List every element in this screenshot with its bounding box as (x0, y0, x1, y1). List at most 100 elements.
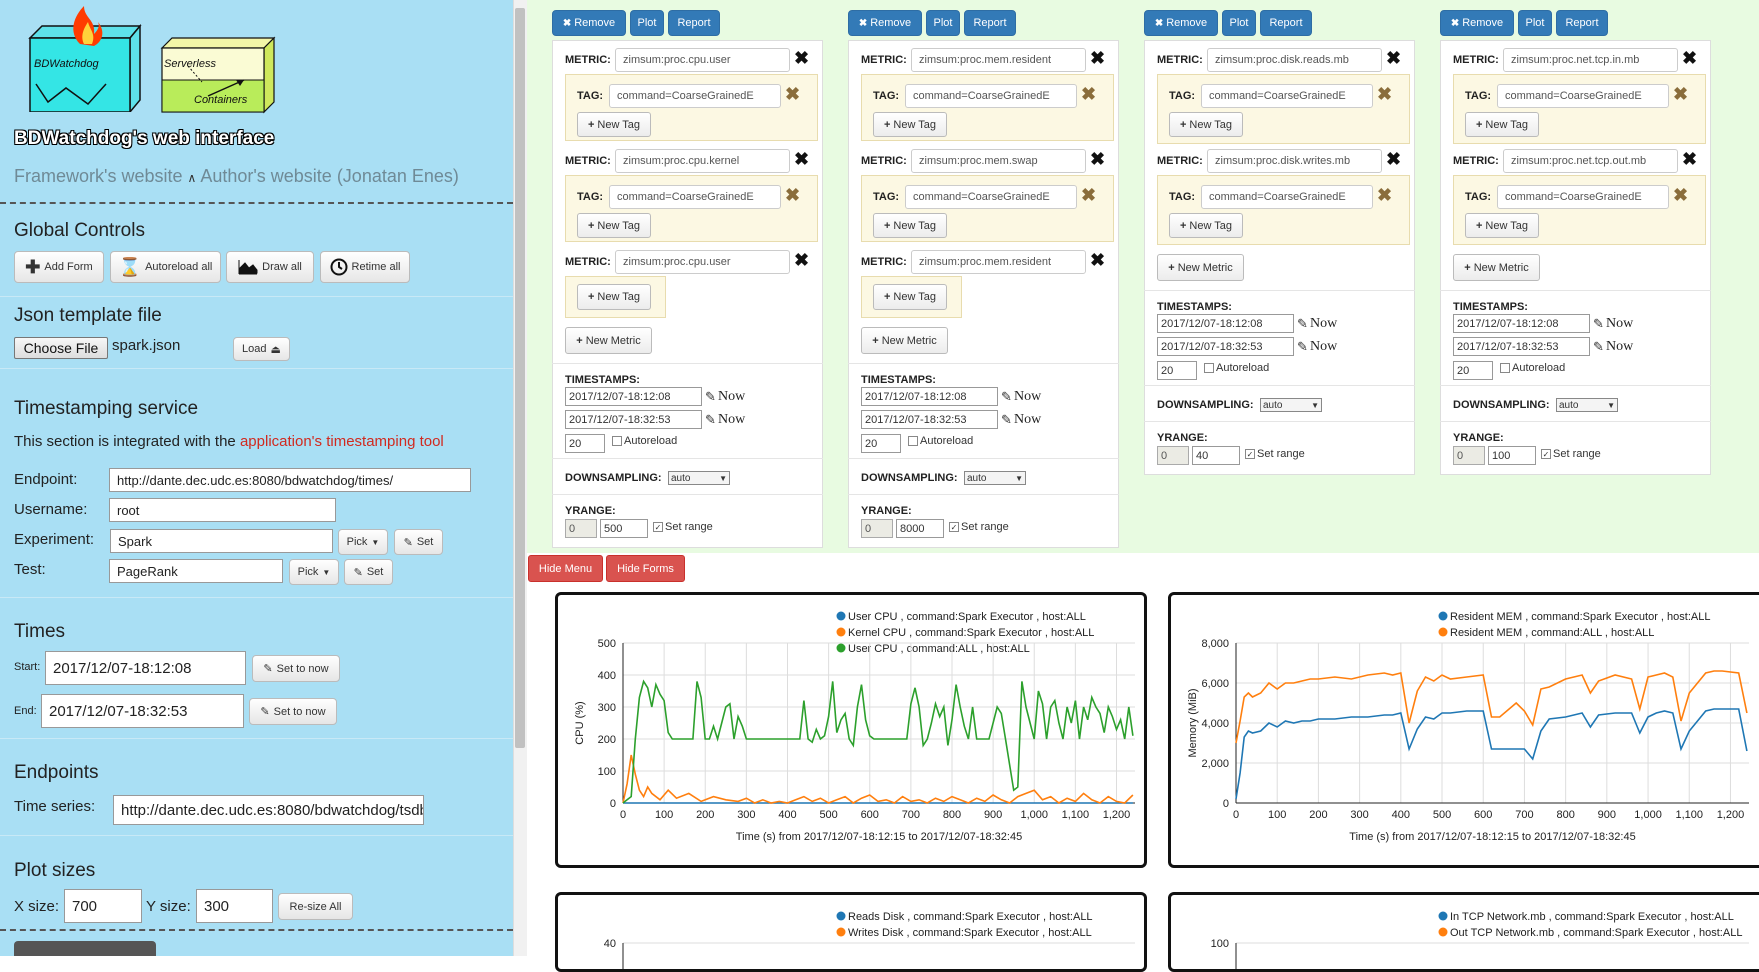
hide-menu-button[interactable]: Hide Menu (528, 555, 603, 582)
remove-button[interactable]: ✖ Remove (848, 10, 922, 36)
remove-button[interactable]: ✖ Remove (1440, 10, 1514, 36)
new-tag-button[interactable]: + New Tag (577, 112, 651, 137)
add-form-button[interactable]: ✚ Add Form (14, 251, 104, 283)
pencil-icon[interactable]: ✎ (1297, 316, 1308, 332)
x-size-input[interactable]: 700 (64, 889, 142, 923)
new-tag-button[interactable]: + New Tag (1465, 112, 1539, 137)
pencil-icon[interactable]: ✎ (1297, 339, 1308, 355)
start-time-input[interactable]: 2017/12/07-18:12:08 (45, 651, 246, 685)
new-tag-button[interactable]: + New Tag (1465, 213, 1539, 238)
experiment-pick-button[interactable]: Pick ▼ (338, 529, 388, 555)
autoreload-checkbox[interactable]: Autoreload (1500, 362, 1565, 374)
framework-website-link[interactable]: Framework's website (14, 166, 182, 186)
close-icon[interactable]: ✖ (794, 150, 809, 168)
pencil-icon[interactable]: ✎ (1001, 412, 1012, 428)
tag-input[interactable]: command=CoarseGrainedE (1201, 185, 1373, 209)
tag-input[interactable]: command=CoarseGrainedE (609, 185, 781, 209)
close-icon[interactable]: ✖ (1386, 150, 1401, 168)
now-link[interactable]: Now (1606, 316, 1633, 332)
remove-button[interactable]: ✖ Remove (1144, 10, 1218, 36)
timestamping-tool-link[interactable]: application's timestamping tool (240, 433, 444, 450)
ymin-input[interactable]: 0 (861, 519, 893, 538)
hide-forms-button[interactable]: Hide Forms (606, 555, 685, 582)
end-timestamp-input[interactable]: 2017/12/07-18:32:53 (1157, 337, 1294, 356)
close-icon[interactable]: ✖ (1682, 49, 1697, 67)
tag-input[interactable]: command=CoarseGrainedE (1201, 84, 1373, 108)
close-icon[interactable]: ✖ (794, 251, 809, 269)
ymin-input[interactable]: 0 (565, 519, 597, 538)
ymax-input[interactable]: 500 (600, 519, 648, 538)
metric-input[interactable]: zimsum:proc.mem.swap (911, 149, 1086, 173)
new-tag-button[interactable]: + New Tag (1169, 112, 1243, 137)
report-button[interactable]: Report (1556, 10, 1608, 36)
metric-input[interactable]: zimsum:proc.mem.resident (911, 250, 1086, 274)
new-metric-button[interactable]: + New Metric (1157, 254, 1244, 281)
report-button[interactable]: Report (964, 10, 1016, 36)
remove-tag-icon[interactable]: ✖ (1081, 186, 1096, 204)
report-button[interactable]: Report (1260, 10, 1312, 36)
metric-input[interactable]: zimsum:proc.cpu.kernel (615, 149, 790, 173)
pencil-icon[interactable]: ✎ (705, 389, 716, 405)
remove-tag-icon[interactable]: ✖ (1081, 85, 1096, 103)
remove-button[interactable]: ✖ Remove (552, 10, 626, 36)
choose-file-button[interactable]: Choose File (14, 337, 108, 359)
test-pick-button[interactable]: Pick ▼ (289, 559, 339, 585)
interval-input[interactable]: 20 (1157, 361, 1197, 380)
metric-input[interactable]: zimsum:proc.cpu.user (615, 250, 790, 274)
now-link[interactable]: Now (1606, 339, 1633, 355)
tag-input[interactable]: command=CoarseGrainedE (905, 84, 1077, 108)
collapsed-section-button[interactable] (14, 941, 156, 956)
autoreload-all-button[interactable]: ⌛ Autoreload all (110, 251, 221, 283)
plot-button[interactable]: Plot (630, 10, 664, 36)
experiment-set-button[interactable]: ✎ Set (394, 529, 443, 555)
start-set-to-now-button[interactable]: ✎ Set to now (252, 655, 340, 682)
now-link[interactable]: Now (1014, 389, 1041, 405)
tag-input[interactable]: command=CoarseGrainedE (1497, 185, 1669, 209)
time-series-input[interactable]: http://dante.dec.udc.es:8080/bdwatchdog/… (113, 795, 424, 825)
metric-input[interactable]: zimsum:proc.disk.reads.mb (1207, 48, 1382, 72)
metric-input[interactable]: zimsum:proc.cpu.user (615, 48, 790, 72)
set-range-checkbox[interactable]: ✓ Set range (1541, 448, 1601, 460)
ymax-input[interactable]: 40 (1192, 446, 1240, 465)
now-link[interactable]: Now (1014, 412, 1041, 428)
now-link[interactable]: Now (1310, 339, 1337, 355)
tag-input[interactable]: command=CoarseGrainedE (1497, 84, 1669, 108)
autoreload-checkbox[interactable]: Autoreload (908, 435, 973, 447)
end-timestamp-input[interactable]: 2017/12/07-18:32:53 (565, 410, 702, 429)
ymax-input[interactable]: 8000 (896, 519, 944, 538)
start-timestamp-input[interactable]: 2017/12/07-18:12:08 (1453, 314, 1590, 333)
metric-input[interactable]: zimsum:proc.disk.writes.mb (1207, 149, 1382, 173)
end-time-input[interactable]: 2017/12/07-18:32:53 (41, 694, 244, 728)
new-tag-button[interactable]: + New Tag (1169, 213, 1243, 238)
test-set-button[interactable]: ✎ Set (344, 559, 393, 585)
remove-tag-icon[interactable]: ✖ (1673, 85, 1688, 103)
author-website-link[interactable]: Author's website (Jonatan Enes) (200, 166, 459, 186)
new-tag-button[interactable]: + New Tag (577, 284, 651, 310)
tag-input[interactable]: command=CoarseGrainedE (609, 84, 781, 108)
downsampling-select[interactable]: auto ▼ (1556, 398, 1618, 412)
start-timestamp-input[interactable]: 2017/12/07-18:12:08 (861, 387, 998, 406)
ymin-input[interactable]: 0 (1157, 446, 1189, 465)
close-icon[interactable]: ✖ (1090, 251, 1105, 269)
ymax-input[interactable]: 100 (1488, 446, 1536, 465)
plot-button[interactable]: Plot (1518, 10, 1552, 36)
metric-input[interactable]: zimsum:proc.net.tcp.in.mb (1503, 48, 1678, 72)
endpoint-input[interactable]: http://dante.dec.udc.es:8080/bdwatchdog/… (109, 468, 471, 492)
remove-tag-icon[interactable]: ✖ (785, 85, 800, 103)
new-tag-button[interactable]: + New Tag (873, 112, 947, 137)
remove-tag-icon[interactable]: ✖ (1377, 85, 1392, 103)
set-range-checkbox[interactable]: ✓ Set range (949, 521, 1009, 533)
load-button[interactable]: Load ⏏ (233, 337, 290, 361)
test-input[interactable]: PageRank (109, 559, 283, 583)
y-size-input[interactable]: 300 (196, 889, 273, 923)
metric-input[interactable]: zimsum:proc.mem.resident (911, 48, 1086, 72)
experiment-input[interactable]: Spark (110, 529, 333, 553)
new-tag-button[interactable]: + New Tag (577, 213, 651, 238)
close-icon[interactable]: ✖ (1090, 150, 1105, 168)
now-link[interactable]: Now (1310, 316, 1337, 332)
end-set-to-now-button[interactable]: ✎ Set to now (249, 698, 337, 725)
interval-input[interactable]: 20 (1453, 361, 1493, 380)
remove-tag-icon[interactable]: ✖ (1377, 186, 1392, 204)
new-metric-button[interactable]: + New Metric (565, 327, 652, 354)
close-icon[interactable]: ✖ (1386, 49, 1401, 67)
